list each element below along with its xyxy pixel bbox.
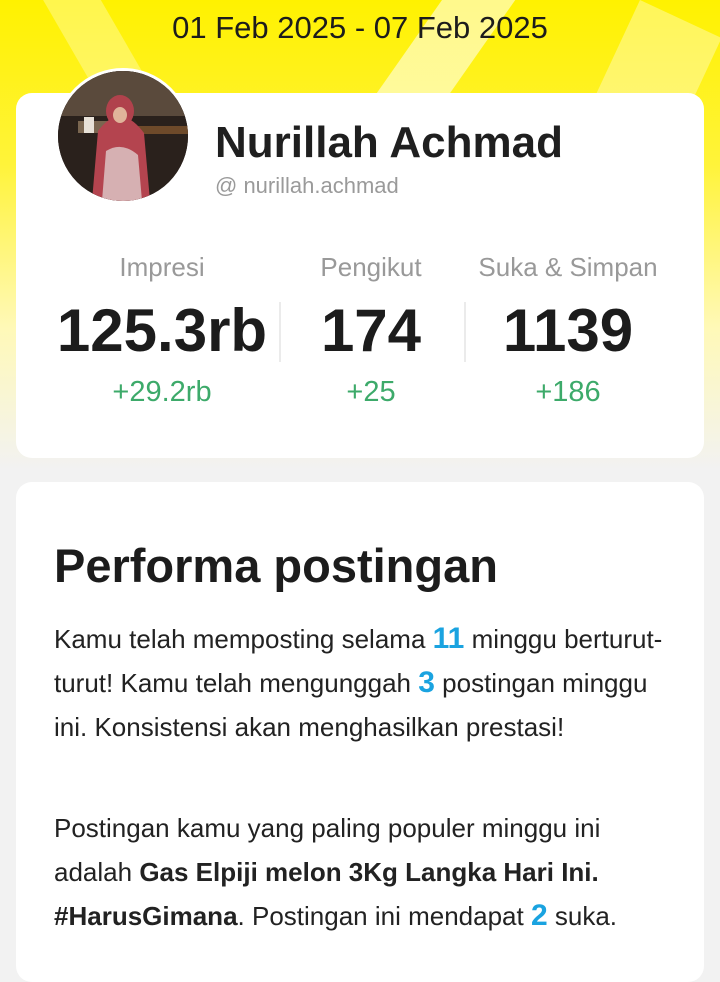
stat-value: 174 (320, 297, 422, 364)
posts-count: 3 (418, 666, 435, 699)
date-range: 01 Feb 2025 - 07 Feb 2025 (172, 10, 548, 45)
stat-likes-saves: Suka & Simpan 1139 +186 (453, 250, 683, 410)
streak-paragraph: Kamu telah memposting selama 11 minggu b… (54, 617, 684, 749)
popular-post-paragraph: Postingan kamu yang paling populer mingg… (54, 806, 684, 938)
stat-delta: +186 (535, 376, 601, 408)
section-title: Performa postingan (54, 539, 498, 592)
profile-handle: @ nurillah.achmad (215, 173, 399, 198)
stat-impressions: Impresi 125.3rb +29.2rb (47, 250, 277, 410)
avatar-photo-icon (58, 71, 188, 201)
likes-count: 2 (530, 899, 548, 932)
avatar[interactable] (55, 68, 191, 204)
stat-delta: +25 (346, 376, 396, 408)
stat-followers: Pengikut 174 +25 (256, 250, 486, 410)
stat-value: 1139 (502, 297, 634, 364)
weeks-count: 11 (432, 622, 465, 655)
stat-label: Suka & Simpan (478, 252, 658, 282)
stat-label: Impresi (119, 252, 205, 282)
paragraph-text: suka. (547, 901, 618, 931)
stat-value: 125.3rb (56, 297, 268, 364)
paragraph-text: . Postingan ini mendapat (237, 901, 531, 931)
stat-delta: +29.2rb (112, 376, 212, 408)
profile-name: Nurillah Achmad (215, 118, 563, 167)
stat-label: Pengikut (320, 252, 422, 282)
paragraph-text: Kamu telah memposting selama (54, 624, 433, 654)
